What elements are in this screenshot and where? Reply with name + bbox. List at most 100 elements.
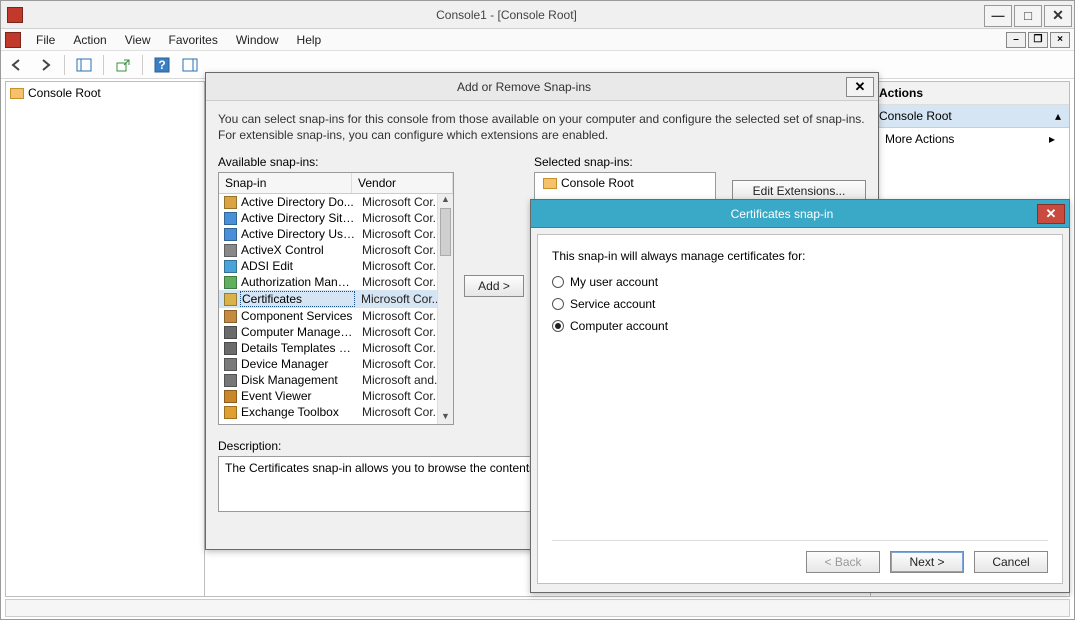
snapin-icon [222, 292, 238, 306]
maximize-button[interactable]: □ [1014, 5, 1042, 27]
snapin-row[interactable]: Computer Managem...Microsoft Cor... [219, 324, 453, 340]
snapin-name: Device Manager [241, 357, 356, 371]
selected-root-item[interactable]: Console Root [535, 173, 715, 193]
back-button[interactable]: < Back [806, 551, 880, 573]
snapin-row[interactable]: Active Directory Site...Microsoft Cor... [219, 210, 453, 226]
snapin-name: Certificates [240, 291, 355, 307]
snapin-icon [222, 357, 238, 371]
snapin-name: Component Services [241, 309, 356, 323]
close-button[interactable]: ✕ [1044, 5, 1072, 27]
show-tree-icon[interactable] [72, 54, 96, 76]
minimize-button[interactable]: — [984, 5, 1012, 27]
radio-icon [552, 320, 564, 332]
snapin-row[interactable]: Device ManagerMicrosoft Cor... [219, 356, 453, 372]
folder-icon [10, 88, 24, 99]
cert-dialog-close-button[interactable]: ✕ [1037, 204, 1065, 224]
snapin-icon [222, 309, 238, 323]
snapin-name: ActiveX Control [241, 243, 356, 257]
snapin-icon [222, 211, 238, 225]
snapin-name: Event Viewer [241, 389, 356, 403]
radio-service-account[interactable]: Service account [552, 297, 1048, 311]
actions-more[interactable]: More Actions ▸ [871, 128, 1069, 150]
snapin-icon [222, 195, 238, 209]
radio-user-account[interactable]: My user account [552, 275, 1048, 289]
snapin-row[interactable]: Exchange ToolboxMicrosoft Cor... [219, 404, 453, 420]
snapin-name: Active Directory Site... [241, 211, 356, 225]
snapin-icon [222, 341, 238, 355]
snapin-icon [222, 275, 238, 289]
menu-file[interactable]: File [27, 31, 64, 49]
available-snapins-list[interactable]: Snap-in Vendor Active Directory Do...Mic… [218, 172, 454, 425]
snapin-row[interactable]: Authorization ManagerMicrosoft Cor... [219, 274, 453, 290]
forward-icon[interactable] [33, 54, 57, 76]
help-icon[interactable]: ? [150, 54, 174, 76]
snapin-name: Active Directory Use... [241, 227, 356, 241]
actions-header: Actions [871, 82, 1069, 105]
snapin-row[interactable]: Active Directory Use...Microsoft Cor... [219, 226, 453, 242]
snapin-name: Computer Managem... [241, 325, 356, 339]
menu-action[interactable]: Action [64, 31, 115, 49]
actions-section-label: Console Root [879, 109, 952, 123]
col-vendor[interactable]: Vendor [352, 173, 453, 193]
snapin-name: Disk Management [241, 373, 356, 387]
tree-root-item[interactable]: Console Root [10, 86, 200, 100]
actions-section[interactable]: Console Root ▴ [871, 105, 1069, 128]
tree-root-label: Console Root [28, 86, 101, 100]
scroll-thumb[interactable] [440, 208, 451, 256]
export-icon[interactable] [111, 54, 135, 76]
scroll-down-icon[interactable]: ▼ [438, 411, 453, 424]
actions-more-label: More Actions [885, 132, 954, 146]
menubar-icon [5, 32, 21, 48]
snapin-row[interactable]: ADSI EditMicrosoft Cor... [219, 258, 453, 274]
mdi-restore-button[interactable]: ❐ [1028, 32, 1048, 48]
menu-favorites[interactable]: Favorites [160, 31, 227, 49]
menu-view[interactable]: View [116, 31, 160, 49]
menu-window[interactable]: Window [227, 31, 288, 49]
back-icon[interactable] [5, 54, 29, 76]
chevron-right-icon: ▸ [1049, 132, 1055, 146]
radio-computer-account[interactable]: Computer account [552, 319, 1048, 333]
show-actions-icon[interactable] [178, 54, 202, 76]
tree-pane[interactable]: Console Root [5, 81, 205, 597]
dialog-title: Add or Remove Snap-ins [206, 80, 842, 94]
scrollbar[interactable]: ▲ ▼ [437, 194, 453, 424]
radio-icon [552, 298, 564, 310]
snapin-icon [222, 405, 238, 419]
snapin-icon [222, 227, 238, 241]
snapin-row[interactable]: Disk ManagementMicrosoft and... [219, 372, 453, 388]
available-label: Available snap-ins: [218, 155, 454, 169]
snapin-name: ADSI Edit [241, 259, 356, 273]
snapin-row[interactable]: Active Directory Do...Microsoft Cor... [219, 194, 453, 210]
scroll-up-icon[interactable]: ▲ [438, 194, 453, 207]
col-snapin[interactable]: Snap-in [219, 173, 352, 193]
snapin-icon [222, 325, 238, 339]
snapin-icon [222, 373, 238, 387]
snapin-icon [222, 243, 238, 257]
titlebar: Console1 - [Console Root] — □ ✕ [1, 1, 1074, 29]
app-icon [7, 7, 23, 23]
snapin-name: Authorization Manager [241, 275, 356, 289]
snapin-name: Active Directory Do... [241, 195, 356, 209]
snapin-row[interactable]: ActiveX ControlMicrosoft Cor... [219, 242, 453, 258]
cancel-button[interactable]: Cancel [974, 551, 1048, 573]
selected-root-label: Console Root [561, 176, 634, 190]
snapin-row[interactable]: Details Templates E...Microsoft Cor... [219, 340, 453, 356]
certificates-snapin-dialog: Certificates snap-in ✕ This snap-in will… [530, 199, 1070, 593]
selected-label: Selected snap-ins: [534, 155, 716, 169]
add-button[interactable]: Add > [464, 275, 524, 297]
collapse-icon[interactable]: ▴ [1055, 109, 1061, 123]
snapin-row[interactable]: Component ServicesMicrosoft Cor... [219, 308, 453, 324]
next-button[interactable]: Next > [890, 551, 964, 573]
statusbar [5, 599, 1070, 617]
snapin-icon [222, 259, 238, 273]
radio-service-label: Service account [570, 297, 655, 311]
radio-icon [552, 276, 564, 288]
dialog-close-button[interactable]: ✕ [846, 77, 874, 97]
snapin-row[interactable]: Event ViewerMicrosoft Cor... [219, 388, 453, 404]
mdi-close-button[interactable]: × [1050, 32, 1070, 48]
snapin-row[interactable]: CertificatesMicrosoft Cor... [219, 290, 453, 308]
radio-user-label: My user account [570, 275, 658, 289]
menu-help[interactable]: Help [288, 31, 331, 49]
mdi-minimize-button[interactable]: – [1006, 32, 1026, 48]
dialog-intro: You can select snap-ins for this console… [218, 111, 866, 143]
